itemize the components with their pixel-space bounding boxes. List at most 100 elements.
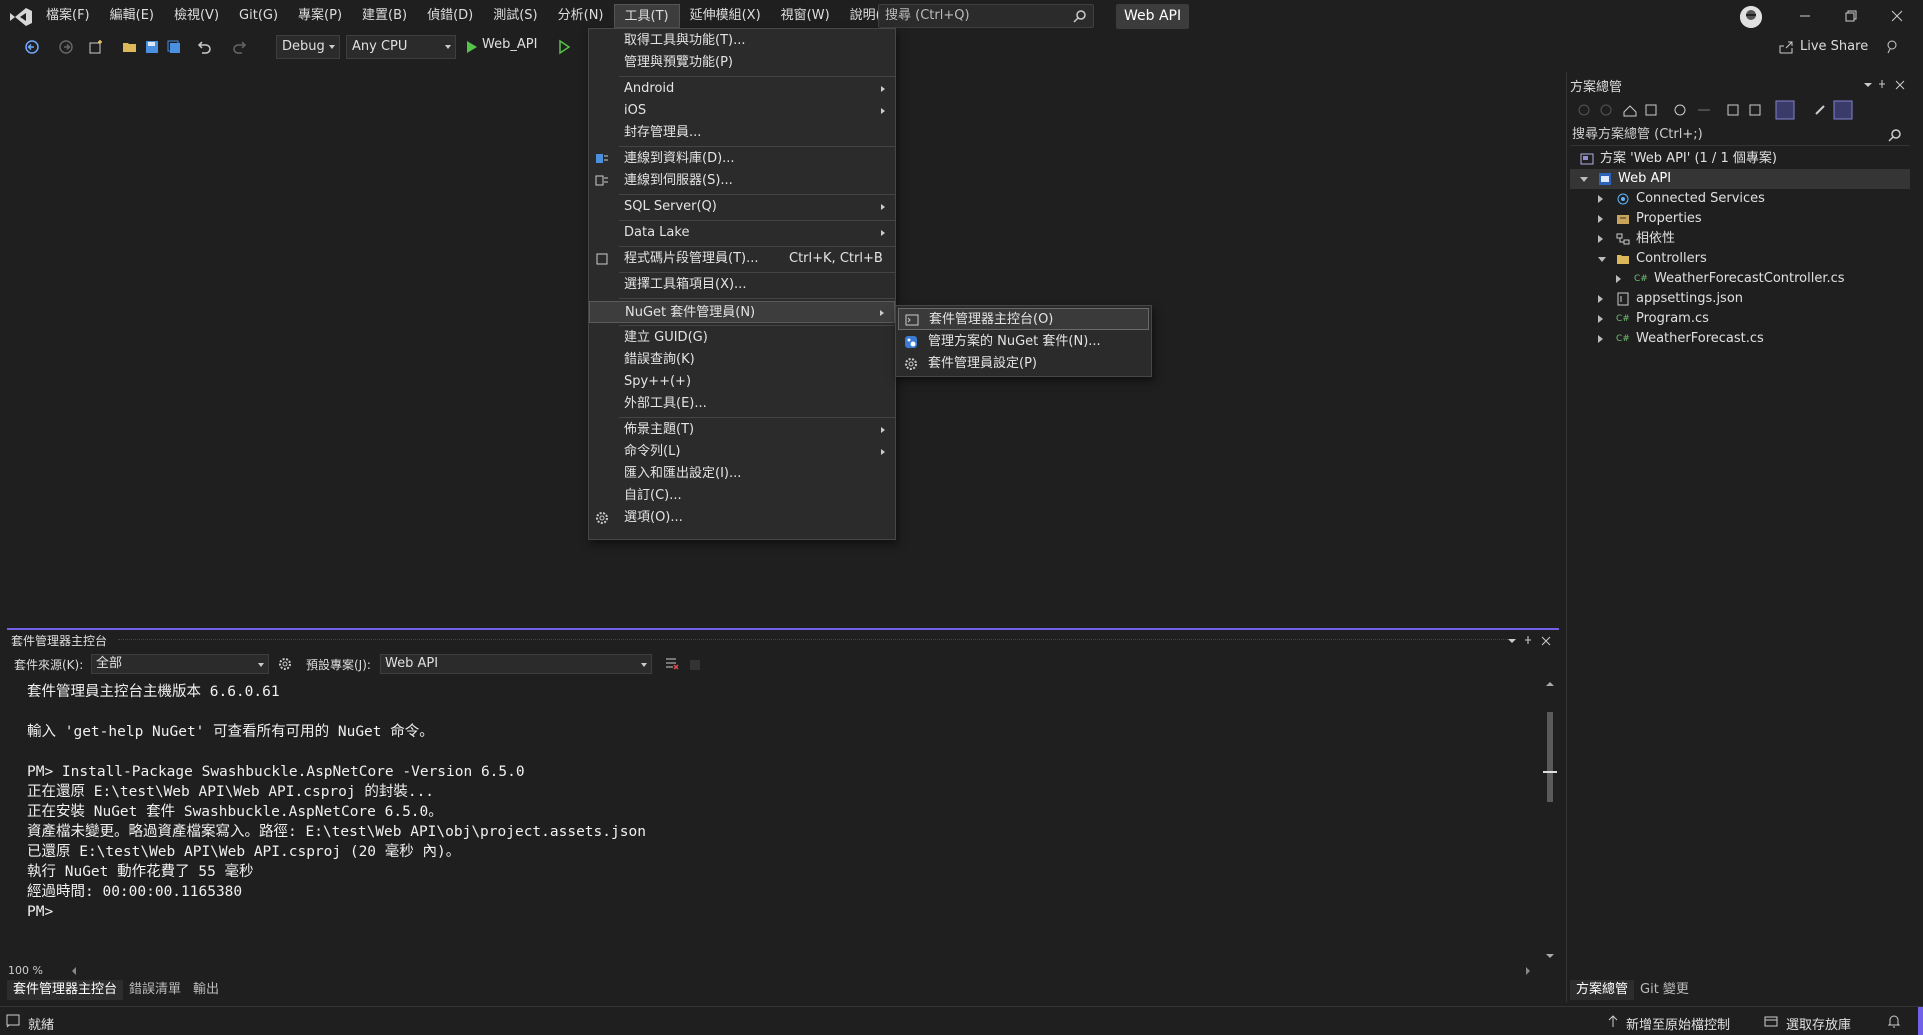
stop-icon[interactable] [690,660,700,670]
expand-arrow-icon[interactable] [1598,195,1603,203]
menu-item-sql-server[interactable]: SQL Server(Q) [589,196,895,218]
tree-item-project[interactable]: Web API [1570,169,1910,189]
menu-item-data-lake[interactable]: Data Lake [589,222,895,244]
solution-search-input[interactable]: 搜尋方案總管 (Ctrl+;) [1570,124,1910,146]
start-without-debug-icon[interactable] [556,39,572,55]
restore-button[interactable] [1828,0,1874,32]
tab-git-changes[interactable]: Git 變更 [1634,980,1695,1000]
tree-item-program[interactable]: C# Program.cs [1570,309,1910,329]
expand-arrow-icon[interactable] [1616,275,1621,283]
menu-item-ios[interactable]: iOS [589,100,895,122]
menu-file[interactable]: 檔案(F) [36,4,100,28]
menu-item-options[interactable]: 選項(O)... [589,507,895,529]
save-all-icon[interactable] [166,39,182,55]
new-project-icon[interactable] [88,39,104,55]
undo-icon[interactable] [196,39,212,55]
clear-console-icon[interactable] [664,656,680,672]
expand-arrow-icon[interactable] [1598,257,1606,262]
menu-item-error-lookup[interactable]: 錯誤查詢(K) [589,349,895,371]
menu-item-package-manager-settings[interactable]: 套件管理員設定(P) [898,353,1149,375]
console-horizontal-scrollbar[interactable] [60,966,1540,976]
add-to-source-control-button[interactable]: 新增至原始檔控制 [1626,1014,1730,1033]
back-icon[interactable] [24,39,40,55]
default-project-select[interactable]: Web API [380,654,652,674]
properties-icon [1616,212,1630,226]
solution-explorer-toolbar[interactable] [1570,98,1910,122]
menu-item-snippets-manager[interactable]: 程式碼片段管理員(T)... Ctrl+K, Ctrl+B [589,248,895,270]
menu-view[interactable]: 檢視(V) [164,4,229,28]
menu-project[interactable]: 專案(P) [288,4,352,28]
menu-analyze[interactable]: 分析(N) [548,4,614,28]
menu-test[interactable]: 測試(S) [483,4,547,28]
tab-package-manager-console[interactable]: 套件管理器主控台 [7,980,124,1000]
menu-item-manage-preview[interactable]: 管理與預覽功能(P) [589,52,895,74]
open-folder-icon[interactable] [122,39,138,55]
menu-item-customize[interactable]: 自訂(C)... [589,485,895,507]
menu-item-command-line[interactable]: 命令列(L) [589,441,895,463]
menu-item-create-guid[interactable]: 建立 GUID(G) [589,327,895,349]
redo-icon[interactable] [232,39,248,55]
tree-item-controller-file[interactable]: C# WeatherForecastController.cs [1570,269,1910,289]
menu-extensions[interactable]: 延伸模組(X) [680,4,771,28]
repository-icon [1764,1014,1778,1028]
menu-item-import-export[interactable]: 匯入和匯出設定(I)... [589,463,895,485]
menu-tools[interactable]: 工具(T) [613,4,680,28]
menu-item-themes[interactable]: 佈景主題(T) [589,419,895,441]
live-share-button[interactable]: Live Share [1800,39,1868,54]
global-search-input[interactable]: 搜尋 (Ctrl+Q) [878,4,1094,28]
tree-item-properties[interactable]: Properties [1570,209,1910,229]
tree-item-solution[interactable]: 方案 'Web API' (1 / 1 個專案) [1580,149,1910,169]
live-share-icon[interactable] [1778,39,1794,55]
tree-item-connected-services[interactable]: Connected Services [1570,189,1910,209]
gear-icon [595,511,609,525]
menu-item-archive-manager[interactable]: 封存管理員... [589,122,895,144]
menu-item-manage-nuget-packages[interactable]: 管理方案的 NuGet 套件(N)... [898,331,1149,353]
tab-error-list[interactable]: 錯誤清單 [123,980,187,1000]
start-debug-icon[interactable] [464,39,480,55]
tab-solution-explorer[interactable]: 方案總管 [1570,980,1635,1000]
menu-item-android[interactable]: Android [589,78,895,100]
settings-gear-icon[interactable] [277,656,293,672]
menu-item-package-manager-console[interactable]: 套件管理器主控台(O) [898,308,1149,330]
run-target-label[interactable]: Web_API [482,37,537,52]
notification-bell-icon[interactable] [1886,1013,1902,1029]
save-icon[interactable] [144,39,160,55]
tree-item-appsettings[interactable]: appsettings.json [1570,289,1910,309]
menu-edit[interactable]: 編輯(E) [100,4,164,28]
menu-git[interactable]: Git(G) [229,4,288,28]
expand-arrow-icon[interactable] [1598,295,1603,303]
menu-debug[interactable]: 偵錯(D) [417,4,483,28]
menu-item-spy[interactable]: Spy++(+) [589,371,895,393]
menu-item-get-tools[interactable]: 取得工具與功能(T)... [589,30,895,52]
expand-arrow-icon[interactable] [1598,335,1603,343]
minimize-button[interactable] [1782,0,1828,32]
expand-arrow-icon[interactable] [1598,215,1603,223]
tab-output[interactable]: 輸出 [187,980,225,1000]
zoom-level-select[interactable]: 100 % [8,964,43,977]
tree-item-weatherforecast[interactable]: C# WeatherForecast.cs [1570,329,1910,349]
tree-item-dependencies[interactable]: 相依性 [1570,229,1910,249]
menu-item-choose-toolbox[interactable]: 選擇工具箱項目(X)... [589,274,895,296]
menu-build[interactable]: 建置(B) [352,4,417,28]
select-repository-button[interactable]: 選取存放庫 [1786,1014,1851,1033]
console-vertical-scrollbar[interactable] [1543,680,1557,962]
tree-item-controllers[interactable]: Controllers [1570,249,1910,269]
expand-arrow-icon[interactable] [1598,235,1603,243]
menu-window[interactable]: 視窗(W) [771,4,840,28]
expand-arrow-icon[interactable] [1598,315,1603,323]
platform-select[interactable]: Any CPU [346,35,456,59]
configuration-select[interactable]: Debug [276,35,340,59]
platform-value: Any CPU [352,39,408,54]
expand-arrow-icon[interactable] [1580,177,1588,182]
menu-item-connect-database[interactable]: 連線到資料庫(D)... [589,148,895,170]
forward-icon[interactable] [58,39,74,55]
feedback-icon[interactable] [1884,39,1900,55]
close-window-button[interactable] [1874,0,1920,32]
console-output[interactable]: 套件管理員主控台主機版本 6.6.0.61 輸入 'get-help NuGet… [27,682,1527,922]
user-avatar-icon[interactable] [1740,6,1762,28]
menu-item-label: 套件管理器主控台(O) [929,312,1054,327]
menu-item-connect-server[interactable]: 連線到伺服器(S)... [589,170,895,192]
menu-item-nuget-manager[interactable]: NuGet 套件管理員(N) [589,301,895,323]
menu-item-external-tools[interactable]: 外部工具(E)... [589,393,895,415]
package-source-select[interactable]: 全部 [91,654,269,674]
